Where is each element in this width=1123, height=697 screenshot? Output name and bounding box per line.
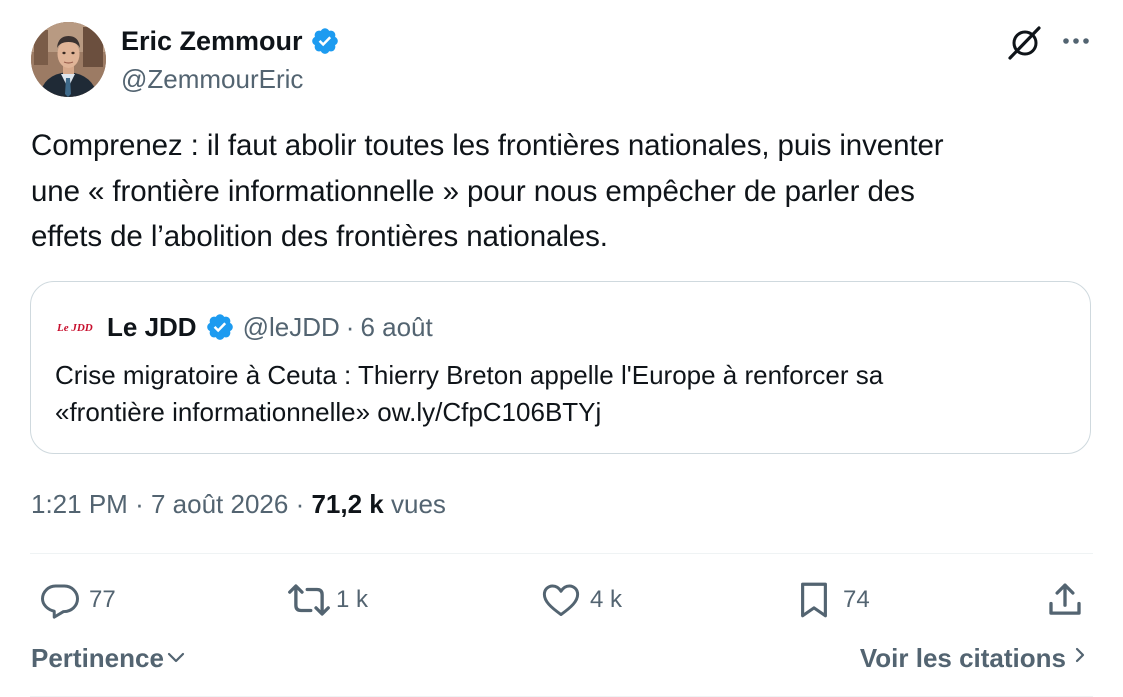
reply-icon (39, 579, 81, 621)
quote-text-line: «frontière informationnelle» ow.ly/CfpC1… (55, 397, 602, 427)
grok-icon[interactable] (1005, 23, 1045, 63)
views-label: vues (391, 489, 446, 519)
quote-author-name[interactable]: Le JDD (107, 310, 197, 344)
sort-dropdown[interactable]: Pertinence (31, 642, 188, 674)
tweet-detail: Eric Zemmour @ZemmourEric Comprenez : il… (0, 0, 1123, 697)
reply-button[interactable]: 77 (39, 578, 116, 622)
tweet-date[interactable]: 7 août 2026 (151, 489, 288, 519)
author-avatar[interactable] (31, 22, 106, 97)
author-handle[interactable]: @ZemmourEric (121, 63, 303, 95)
bookmark-button[interactable]: 74 (793, 578, 870, 622)
quote-date[interactable]: 6 août (360, 310, 432, 344)
views-count[interactable]: 71,2 k (311, 489, 383, 519)
chevron-down-icon (164, 642, 188, 674)
more-options-icon[interactable] (1058, 26, 1094, 56)
svg-text:Le JDD: Le JDD (56, 322, 93, 334)
author-name-row[interactable]: Eric Zemmour (121, 25, 340, 57)
reply-count: 77 (89, 586, 116, 613)
repost-count: 1 k (336, 586, 369, 613)
view-quotes-label: Voir les citations (859, 643, 1066, 673)
author-name[interactable]: Eric Zemmour (121, 25, 303, 57)
meta-separator: · (135, 489, 144, 519)
meta-separator: · (295, 489, 305, 519)
share-icon (1044, 579, 1086, 621)
verified-badge-icon[interactable] (310, 26, 340, 56)
like-button[interactable]: 4 k (540, 578, 622, 622)
quote-header: Le JDD Le JDD @leJDD · 6 août (55, 310, 433, 344)
tweet-meta: 1:21 PM · 7 août 2026 · 71,2 k vues (31, 487, 446, 521)
chevron-right-icon (1072, 642, 1088, 674)
tweet-time[interactable]: 1:21 PM (31, 489, 128, 519)
like-count: 4 k (590, 586, 623, 613)
sort-label: Pertinence (31, 643, 164, 673)
quoted-tweet-card[interactable]: Le JDD Le JDD @leJDD · 6 août Crise migr… (30, 281, 1091, 454)
divider (30, 553, 1093, 554)
bookmark-count: 74 (843, 586, 870, 613)
quote-separator: · (345, 312, 355, 342)
quote-text-line: Crise migratoire à Ceuta : Thierry Breto… (55, 360, 884, 390)
bookmark-icon (793, 579, 835, 621)
tweet-text: Comprenez : il faut abolir toutes les fr… (31, 129, 944, 253)
view-quotes-link[interactable]: Voir les citations (860, 642, 1088, 674)
repost-icon (286, 579, 332, 621)
quote-text: Crise migratoire à Ceuta : Thierry Breto… (55, 357, 1065, 431)
share-button[interactable] (1044, 578, 1086, 622)
jdd-logo-icon[interactable]: Le JDD (55, 313, 101, 341)
heart-icon (540, 579, 582, 621)
quote-author-handle[interactable]: @leJDD (243, 310, 340, 344)
repost-button[interactable]: 1 k (286, 578, 368, 622)
quote-verified-badge-icon (205, 312, 235, 342)
